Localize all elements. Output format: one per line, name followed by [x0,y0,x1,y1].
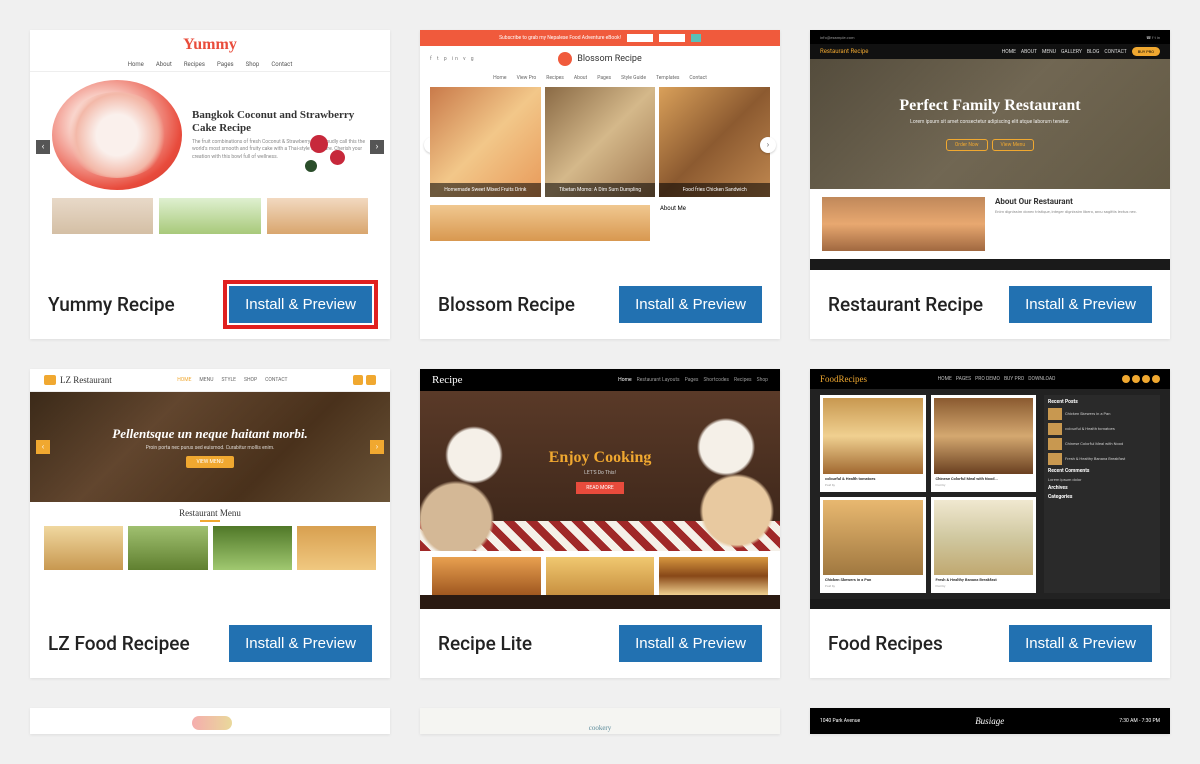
topbar-input [627,34,653,42]
decorative-berries [300,130,370,200]
install-preview-button[interactable]: Install & Preview [619,625,762,662]
theme-preview: FoodRecipes HOMEPAGESPRO DEMOBUY PRODOWN… [810,369,1170,609]
install-preview-button[interactable]: Install & Preview [229,286,372,323]
preview-brand: Restaurant Recipe [820,48,868,55]
install-preview-button[interactable]: Install & Preview [229,625,372,662]
hero-title: Perfect Family Restaurant [899,97,1080,115]
theme-preview: info@example.com☎ f t in Restaurant Reci… [810,30,1170,270]
hero-subtitle: Proin porta nec purus sed euismod. Curab… [146,445,275,451]
logo-icon [558,52,572,66]
preview-large-image [430,205,650,241]
preview-nav: HomeView ProRecipesAboutPagesStyle Guide… [420,72,780,87]
theme-preview: cookery [420,708,780,734]
theme-preview: 1040 Park Avenue Busiage 7:30 AM - 7:30 … [810,708,1170,734]
about-text: Enim dignissim donec tristique, integer … [995,209,1158,215]
theme-card-lz-food-recipee[interactable]: LZ Restaurant HOMEMENUSTYLESHOPCONTACT ‹… [30,369,390,678]
hero-button: VIEW MENU [186,456,233,468]
hero-subtitle: Lorem ipsum sit amet consectetur adipisc… [880,119,1100,125]
topbar-submit [691,34,701,42]
theme-preview: Subscribe to grab my Nepalese Food Adven… [420,30,780,270]
preview-brand: Recipe [432,374,463,386]
preview-thumbs [30,198,390,234]
preview-brand: LZ Restaurant [44,375,112,385]
preview-thumbs [30,526,390,570]
carousel-prev-icon: ‹ [36,440,50,454]
theme-name: Yummy Recipe [48,293,185,316]
theme-name: Restaurant Recipe [828,293,993,316]
hero-subtitle: LET'S Do This! [584,470,616,476]
hero-title: Pellentsque un neque haitant morbi. [112,426,307,442]
theme-card-food-recipes[interactable]: FoodRecipes HOMEPAGESPRO DEMOBUY PRODOWN… [810,369,1170,678]
preview-sidebar-heading: About Me [660,205,770,241]
theme-card-restaurant-recipe[interactable]: info@example.com☎ f t in Restaurant Reci… [810,30,1170,339]
preview-logo: Yummy [30,30,390,58]
theme-card-recipe-lite[interactable]: Recipe HomeRestaurant LayoutsPagesShortc… [420,369,780,678]
preview-brand: Blossom Recipe [577,54,642,64]
theme-name: Food Recipes [828,632,953,655]
carousel-prev-icon: ‹ [36,140,50,154]
theme-preview [30,708,390,734]
about-image [822,197,985,251]
carousel-next-icon: › [370,440,384,454]
bowl-image [52,80,182,190]
preview-brand: FoodRecipes [820,374,867,384]
menu-heading: Restaurant Menu [30,502,390,526]
theme-preview: Yummy HomeAboutRecipesPagesShopContact B… [30,30,390,270]
install-preview-button[interactable]: Install & Preview [1009,286,1152,323]
theme-card-partial[interactable] [30,708,390,734]
theme-card-yummy-recipe[interactable]: Yummy HomeAboutRecipesPagesShopContact B… [30,30,390,339]
social-icons: f t p in v g [430,56,476,62]
about-title: About Our Restaurant [995,197,1158,206]
theme-preview: Recipe HomeRestaurant LayoutsPagesShortc… [420,369,780,609]
header-icons [353,375,376,385]
carousel-next-icon: › [760,137,776,153]
theme-card-partial[interactable]: cookery [420,708,780,734]
preview-nav: HomeAboutRecipesPagesShopContact [30,58,390,72]
topbar-input [659,34,685,42]
carousel-next-icon: › [370,140,384,154]
theme-name: Recipe Lite [438,632,542,655]
theme-preview: LZ Restaurant HOMEMENUSTYLESHOPCONTACT ‹… [30,369,390,609]
preview-thumbs [420,551,780,595]
theme-name: Blossom Recipe [438,293,585,316]
hero-button: READ MORE [576,482,623,494]
social-icons [1122,375,1160,383]
theme-card-blossom-recipe[interactable]: Subscribe to grab my Nepalese Food Adven… [420,30,780,339]
install-preview-button[interactable]: Install & Preview [619,286,762,323]
install-preview-button[interactable]: Install & Preview [1009,625,1152,662]
hero-title: Enjoy Cooking [549,449,652,467]
theme-grid: Yummy HomeAboutRecipesPagesShopContact B… [30,30,1170,734]
theme-card-partial[interactable]: 1040 Park Avenue Busiage 7:30 AM - 7:30 … [810,708,1170,734]
theme-name: LZ Food Recipee [48,632,200,655]
